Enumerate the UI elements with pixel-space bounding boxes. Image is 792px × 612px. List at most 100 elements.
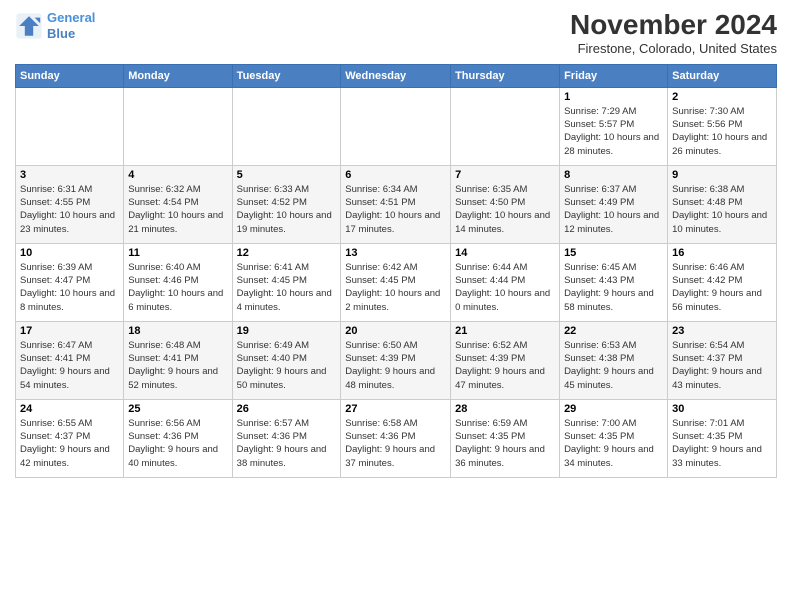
day-number: 3 [20, 169, 119, 181]
calendar-cell: 22Sunrise: 6:53 AM Sunset: 4:38 PM Dayli… [560, 321, 668, 399]
page-container: General Blue November 2024 Firestone, Co… [0, 0, 792, 488]
day-info: Sunrise: 6:33 AM Sunset: 4:52 PM Dayligh… [237, 183, 337, 236]
day-number: 6 [345, 169, 446, 181]
day-info: Sunrise: 6:45 AM Sunset: 4:43 PM Dayligh… [564, 261, 663, 314]
day-number: 4 [128, 169, 227, 181]
calendar-week-3: 10Sunrise: 6:39 AM Sunset: 4:47 PM Dayli… [16, 243, 777, 321]
calendar-cell: 1Sunrise: 7:29 AM Sunset: 5:57 PM Daylig… [560, 87, 668, 165]
day-number: 1 [564, 91, 663, 103]
day-info: Sunrise: 6:41 AM Sunset: 4:45 PM Dayligh… [237, 261, 337, 314]
day-number: 27 [345, 403, 446, 415]
title-block: November 2024 Firestone, Colorado, Unite… [570, 10, 777, 56]
day-number: 13 [345, 247, 446, 259]
day-number: 23 [672, 325, 772, 337]
calendar-cell: 11 Sunrise: 6:40 AM Sunset: 4:46 PM Dayli… [124, 243, 232, 321]
day-number: 5 [237, 169, 337, 181]
day-info: Sunrise: 6:55 AM Sunset: 4:37 PM Dayligh… [20, 417, 119, 470]
day-info: Sunrise: 7:00 AM Sunset: 4:35 PM Dayligh… [564, 417, 663, 470]
day-info: Sunrise: 6:39 AM Sunset: 4:47 PM Dayligh… [20, 261, 119, 314]
day-number: 19 [237, 325, 337, 337]
calendar-header-row: Sunday Monday Tuesday Wednesday Thursday… [16, 64, 777, 87]
day-number: 17 [20, 325, 119, 337]
day-number: 9 [672, 169, 772, 181]
calendar-cell [16, 87, 124, 165]
calendar-week-5: 24 Sunrise: 6:55 AM Sunset: 4:37 PM Dayli… [16, 399, 777, 477]
calendar-cell: 25Sunrise: 6:56 AM Sunset: 4:36 PM Dayli… [124, 399, 232, 477]
day-number: 21 [455, 325, 555, 337]
calendar-cell: 18Sunrise: 6:48 AM Sunset: 4:41 PM Dayli… [124, 321, 232, 399]
day-number: 15 [564, 247, 663, 259]
calendar-cell: 29 Sunrise: 7:00 AM Sunset: 4:35 PM Dayli… [560, 399, 668, 477]
day-info: Sunrise: 6:42 AM Sunset: 4:45 PM Dayligh… [345, 261, 446, 314]
day-info: Sunrise: 6:34 AM Sunset: 4:51 PM Dayligh… [345, 183, 446, 236]
day-info: Sunrise: 6:50 AM Sunset: 4:39 PM Dayligh… [345, 339, 446, 392]
calendar-cell [341, 87, 451, 165]
logo-icon [15, 12, 43, 40]
day-number: 18 [128, 325, 227, 337]
day-number: 11 [128, 247, 227, 259]
calendar-cell [232, 87, 341, 165]
calendar-cell: 19Sunrise: 6:49 AM Sunset: 4:40 PM Dayli… [232, 321, 341, 399]
calendar-cell: 2 Sunrise: 7:30 AM Sunset: 5:56 PM Daylig… [668, 87, 777, 165]
calendar-cell: 17 Sunrise: 6:47 AM Sunset: 4:41 PM Dayli… [16, 321, 124, 399]
day-number: 8 [564, 169, 663, 181]
day-info: Sunrise: 6:32 AM Sunset: 4:54 PM Dayligh… [128, 183, 227, 236]
calendar-cell: 15 Sunrise: 6:45 AM Sunset: 4:43 PM Dayli… [560, 243, 668, 321]
calendar-cell: 26Sunrise: 6:57 AM Sunset: 4:36 PM Dayli… [232, 399, 341, 477]
col-sunday: Sunday [16, 64, 124, 87]
day-info: Sunrise: 6:46 AM Sunset: 4:42 PM Dayligh… [672, 261, 772, 314]
day-number: 26 [237, 403, 337, 415]
day-number: 7 [455, 169, 555, 181]
calendar-cell: 3 Sunrise: 6:31 AM Sunset: 4:55 PM Daylig… [16, 165, 124, 243]
day-info: Sunrise: 7:01 AM Sunset: 4:35 PM Dayligh… [672, 417, 772, 470]
day-info: Sunrise: 6:38 AM Sunset: 4:48 PM Dayligh… [672, 183, 772, 236]
calendar-cell: 24 Sunrise: 6:55 AM Sunset: 4:37 PM Dayli… [16, 399, 124, 477]
day-number: 2 [672, 91, 772, 103]
calendar-cell: 13 Sunrise: 6:42 AM Sunset: 4:45 PM Dayli… [341, 243, 451, 321]
calendar-cell: 8 Sunrise: 6:37 AM Sunset: 4:49 PM Daylig… [560, 165, 668, 243]
day-number: 20 [345, 325, 446, 337]
col-friday: Friday [560, 64, 668, 87]
calendar-cell: 7 Sunrise: 6:35 AM Sunset: 4:50 PM Daylig… [451, 165, 560, 243]
calendar-week-2: 3 Sunrise: 6:31 AM Sunset: 4:55 PM Daylig… [16, 165, 777, 243]
day-info: Sunrise: 6:58 AM Sunset: 4:36 PM Dayligh… [345, 417, 446, 470]
day-number: 12 [237, 247, 337, 259]
calendar-cell: 23 Sunrise: 6:54 AM Sunset: 4:37 PM Dayli… [668, 321, 777, 399]
calendar-cell: 21Sunrise: 6:52 AM Sunset: 4:39 PM Dayli… [451, 321, 560, 399]
calendar-cell: 30 Sunrise: 7:01 AM Sunset: 4:35 PM Dayli… [668, 399, 777, 477]
header: General Blue November 2024 Firestone, Co… [15, 10, 777, 56]
location: Firestone, Colorado, United States [570, 41, 777, 56]
day-info: Sunrise: 6:56 AM Sunset: 4:36 PM Dayligh… [128, 417, 227, 470]
calendar-cell: 10Sunrise: 6:39 AM Sunset: 4:47 PM Dayli… [16, 243, 124, 321]
calendar-cell: 4 Sunrise: 6:32 AM Sunset: 4:54 PM Daylig… [124, 165, 232, 243]
col-saturday: Saturday [668, 64, 777, 87]
calendar-cell: 5 Sunrise: 6:33 AM Sunset: 4:52 PM Daylig… [232, 165, 341, 243]
col-thursday: Thursday [451, 64, 560, 87]
day-info: Sunrise: 6:37 AM Sunset: 4:49 PM Dayligh… [564, 183, 663, 236]
day-number: 29 [564, 403, 663, 415]
day-info: Sunrise: 6:35 AM Sunset: 4:50 PM Dayligh… [455, 183, 555, 236]
month-title: November 2024 [570, 10, 777, 41]
day-number: 14 [455, 247, 555, 259]
day-number: 24 [20, 403, 119, 415]
calendar-cell: 27 Sunrise: 6:58 AM Sunset: 4:36 PM Dayli… [341, 399, 451, 477]
calendar-cell: 16 Sunrise: 6:46 AM Sunset: 4:42 PM Dayli… [668, 243, 777, 321]
day-info: Sunrise: 7:30 AM Sunset: 5:56 PM Dayligh… [672, 105, 772, 158]
day-info: Sunrise: 6:31 AM Sunset: 4:55 PM Dayligh… [20, 183, 119, 236]
day-info: Sunrise: 6:54 AM Sunset: 4:37 PM Dayligh… [672, 339, 772, 392]
calendar-cell: 14Sunrise: 6:44 AM Sunset: 4:44 PM Dayli… [451, 243, 560, 321]
logo: General Blue [15, 10, 95, 41]
calendar-cell [124, 87, 232, 165]
day-number: 30 [672, 403, 772, 415]
col-tuesday: Tuesday [232, 64, 341, 87]
logo-blue: Blue [47, 26, 75, 41]
day-info: Sunrise: 6:53 AM Sunset: 4:38 PM Dayligh… [564, 339, 663, 392]
day-info: Sunrise: 6:47 AM Sunset: 4:41 PM Dayligh… [20, 339, 119, 392]
day-info: Sunrise: 6:40 AM Sunset: 4:46 PM Dayligh… [128, 261, 227, 314]
calendar-week-1: 1Sunrise: 7:29 AM Sunset: 5:57 PM Daylig… [16, 87, 777, 165]
col-monday: Monday [124, 64, 232, 87]
day-number: 16 [672, 247, 772, 259]
day-info: Sunrise: 6:59 AM Sunset: 4:35 PM Dayligh… [455, 417, 555, 470]
logo-general: General [47, 10, 95, 25]
logo-text: General Blue [47, 10, 95, 41]
